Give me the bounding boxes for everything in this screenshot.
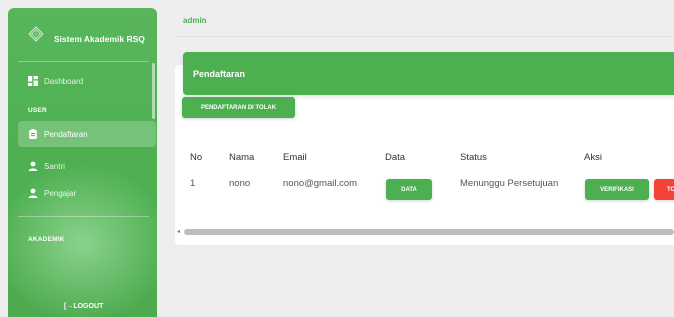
logo-icon: [28, 26, 44, 42]
sidebar-item-label: Santri: [44, 162, 65, 171]
person-icon: [28, 161, 38, 171]
sidebar-item-pengajar[interactable]: Pengajar: [18, 180, 156, 206]
rejected-registrations-button[interactable]: PENDAFTARAN DI TOLAK: [182, 97, 295, 118]
column-header-email: Email: [283, 152, 307, 163]
sidebar-item-dashboard[interactable]: Dashboard: [18, 68, 156, 94]
column-header-data: Data: [385, 152, 406, 163]
column-header-nama: Nama: [229, 152, 255, 163]
sidebar-item-label: Dashboard: [44, 77, 84, 86]
verify-button[interactable]: VERIFIKASI: [585, 179, 649, 200]
column-header-no: No: [190, 152, 203, 163]
topbar-username[interactable]: admin: [183, 16, 207, 25]
sidebar-item-label: Pendaftaran: [44, 130, 88, 139]
scroll-left-arrow-icon[interactable]: ◂: [177, 228, 182, 235]
cell-email: nono@gmail.com: [283, 178, 358, 189]
sidebar-brand[interactable]: Sistem Akademik RSQ: [8, 8, 157, 60]
card-header: Pendaftaran: [183, 52, 674, 95]
clipboard-icon: [29, 129, 37, 139]
sidebar-divider: [18, 216, 149, 217]
data-button[interactable]: DATA: [386, 179, 432, 200]
sidebar-item-pendaftaran[interactable]: Pendaftaran: [18, 121, 156, 147]
card-title: Pendaftaran: [193, 69, 246, 79]
brand-title: Sistem Akademik RSQ: [54, 34, 145, 44]
column-header-aksi: Aksi: [584, 152, 602, 163]
sidebar-divider: [18, 61, 149, 62]
sidebar-item-santri[interactable]: Santri: [18, 153, 156, 179]
cell-status: Menunggu Persetujuan: [460, 178, 559, 189]
cell-nama: nono: [229, 178, 251, 189]
person-icon: [28, 188, 38, 198]
column-header-status: Status: [460, 152, 487, 163]
logout-link[interactable]: [→LOGOUT: [64, 303, 103, 310]
cell-no: 1: [190, 178, 196, 189]
reject-button[interactable]: TOLAK: [654, 179, 674, 200]
sidebar: Sistem Akademik RSQ Dashboard USER Penda…: [8, 8, 157, 317]
topbar-divider: [175, 36, 674, 37]
sidebar-item-label: Pengajar: [44, 189, 77, 198]
sidebar-scrollbar[interactable]: [152, 63, 155, 119]
section-label-user: USER: [28, 107, 47, 114]
section-label-akademik: AKADEMIK: [28, 236, 65, 243]
dashboard-icon: [28, 76, 38, 86]
table-horizontal-scrollbar[interactable]: [184, 229, 674, 235]
